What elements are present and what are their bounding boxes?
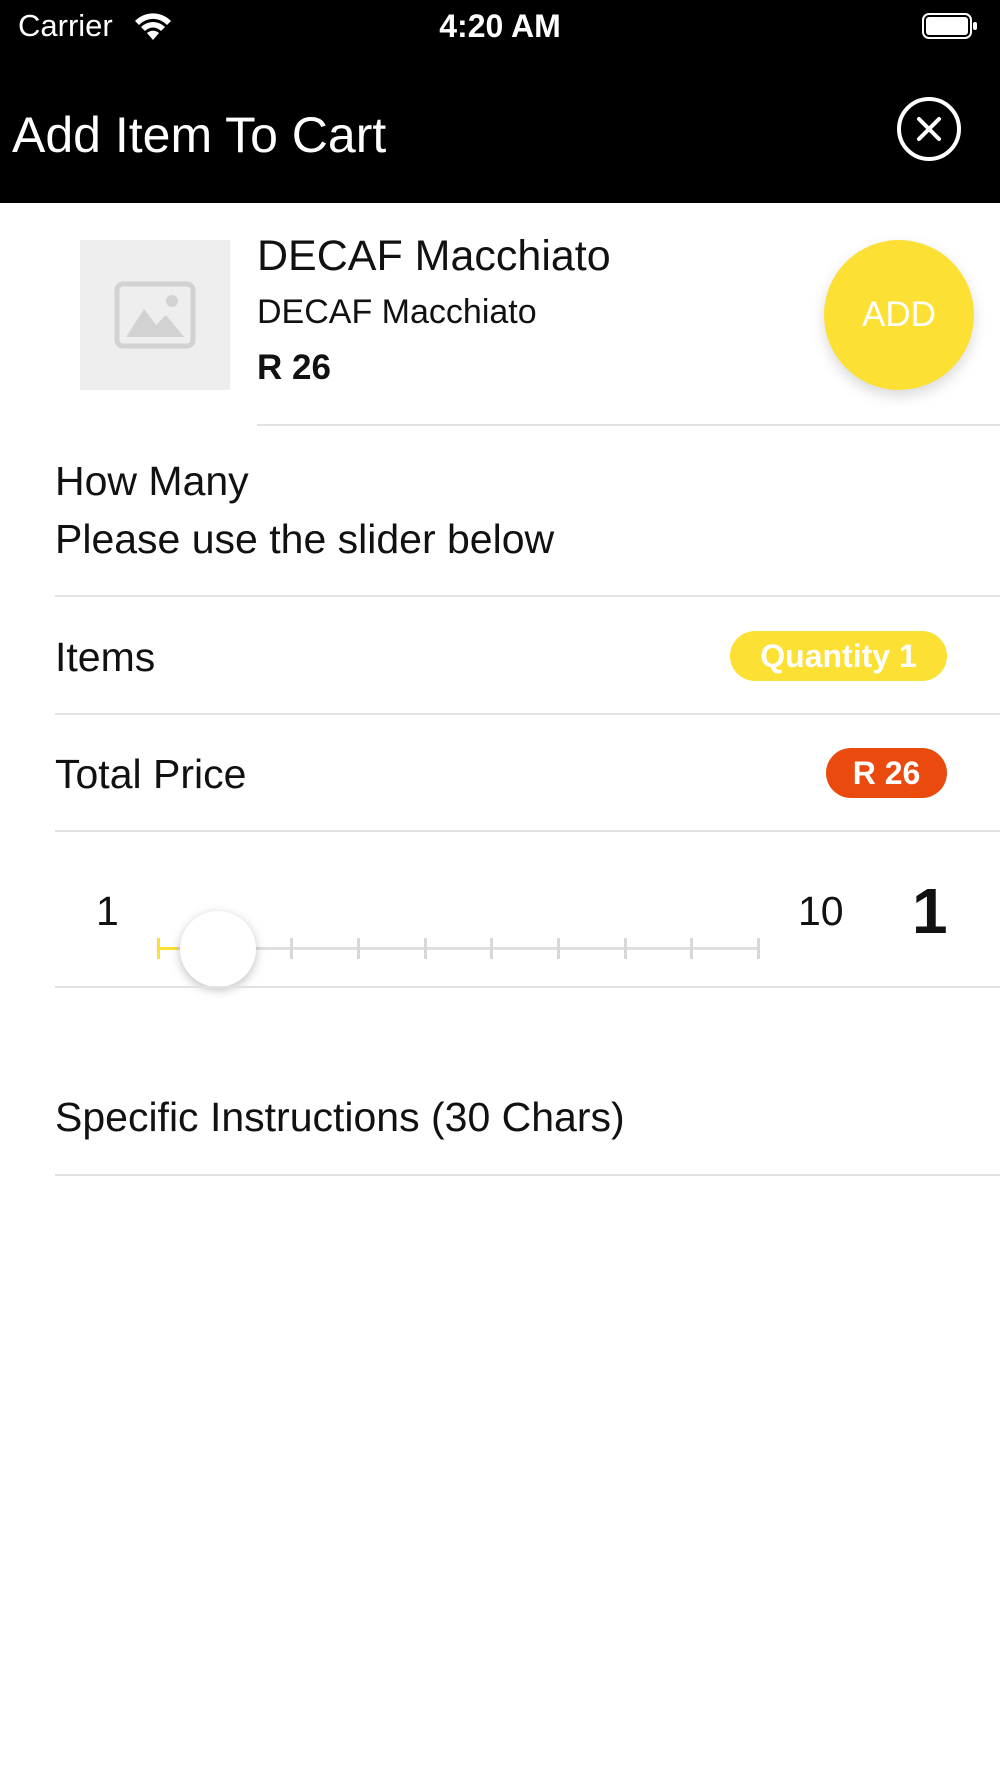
status-bar: Carrier 4:20 AM bbox=[0, 0, 1000, 56]
slider-tick bbox=[290, 938, 294, 959]
product-description: DECAF Macchiato bbox=[257, 293, 537, 331]
slider-value: 1 bbox=[912, 875, 948, 947]
product-image bbox=[80, 240, 230, 390]
divider bbox=[55, 713, 1000, 715]
close-icon[interactable] bbox=[896, 96, 962, 162]
divider bbox=[55, 595, 1000, 597]
product-price: R 26 bbox=[257, 348, 331, 387]
slider-tick bbox=[557, 938, 560, 959]
slider-thumb[interactable] bbox=[180, 911, 256, 987]
instructions-label: Specific Instructions (30 Chars) bbox=[55, 1094, 625, 1140]
slider-min-label: 1 bbox=[96, 888, 119, 934]
slider-tick bbox=[157, 938, 160, 959]
slider-track-fill bbox=[158, 947, 178, 950]
slider-tick bbox=[423, 938, 427, 959]
battery-icon bbox=[922, 13, 977, 39]
slider-tick bbox=[757, 938, 760, 959]
quantity-slider[interactable] bbox=[157, 911, 760, 987]
page-title: Add Item To Cart bbox=[12, 107, 387, 163]
slider-tick bbox=[357, 938, 360, 959]
slider-tick bbox=[623, 938, 627, 959]
divider bbox=[55, 830, 1000, 832]
app-header: Carrier 4:20 AM Add Item To Cart bbox=[0, 0, 1000, 203]
how-many-hint: Please use the slider below bbox=[55, 516, 555, 562]
quantity-badge: Quantity 1 bbox=[730, 631, 947, 681]
divider bbox=[55, 986, 1000, 988]
clock: 4:20 AM bbox=[439, 8, 561, 44]
how-many-title: How Many bbox=[55, 458, 249, 504]
total-price-badge: R 26 bbox=[826, 748, 947, 798]
quantity-slider-row: 1 10 1 bbox=[0, 840, 1000, 987]
product-name: DECAF Macchiato bbox=[257, 232, 611, 280]
slider-tick bbox=[490, 938, 494, 959]
image-placeholder-icon bbox=[114, 281, 196, 349]
slider-max-label: 10 bbox=[798, 888, 844, 934]
divider bbox=[257, 424, 1000, 426]
total-price-label: Total Price bbox=[55, 751, 247, 797]
items-label: Items bbox=[55, 634, 156, 680]
slider-tick bbox=[690, 938, 694, 959]
instructions-underline bbox=[55, 1174, 1000, 1176]
add-button[interactable]: ADD bbox=[824, 240, 974, 390]
